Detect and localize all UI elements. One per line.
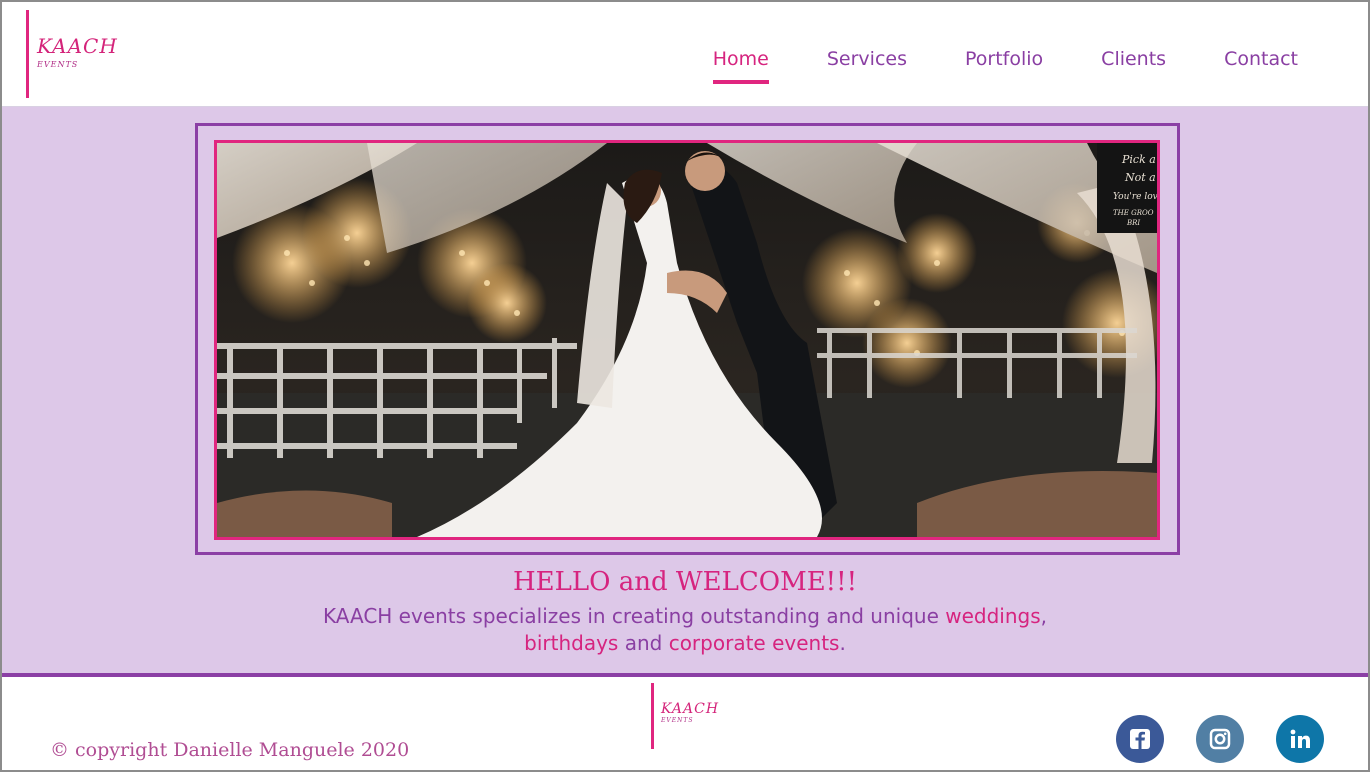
footer-logo-main-text: KAACH <box>661 701 720 717</box>
sign-line-5: BRI <box>1126 219 1140 227</box>
intro-link-weddings[interactable]: weddings <box>945 604 1040 628</box>
hero-frame-outer: Pick a Not a You're lov THE GROO BRI <box>195 123 1180 555</box>
footer-logo-sub-text: EVENTS <box>661 717 694 724</box>
nav-services[interactable]: Services <box>827 48 907 78</box>
nav-home[interactable]: Home <box>712 48 769 84</box>
intro-text-1: KAACH events specializes in creating out… <box>322 604 946 628</box>
sign-line-4: THE GROO <box>1113 209 1154 217</box>
intro-link-corporate-events[interactable]: corporate events <box>669 631 840 655</box>
instagram-icon[interactable] <box>1196 715 1244 763</box>
main-content: Pick a Not a You're lov THE GROO BRI HEL… <box>2 107 1368 673</box>
logo-sub-text: EVENTS <box>37 60 79 69</box>
hero-frame-inner: Pick a Not a You're lov THE GROO BRI <box>214 140 1160 540</box>
facebook-icon[interactable] <box>1116 715 1164 763</box>
site-header: KAACH EVENTS Home Services Portfolio Cli… <box>2 2 1368 107</box>
hero-wedding-image: Pick a Not a You're lov THE GROO BRI <box>217 143 1157 537</box>
nav-clients[interactable]: Clients <box>1101 48 1166 78</box>
sign-line-1: Pick a <box>1121 153 1156 166</box>
copyright-text: © copyright Danielle Manguele 2020 <box>50 739 410 761</box>
intro-text-4: . <box>839 631 846 655</box>
page-frame: KAACH EVENTS Home Services Portfolio Cli… <box>0 0 1370 772</box>
sign-line-3: You're lov <box>1113 192 1157 202</box>
nav-portfolio[interactable]: Portfolio <box>965 48 1043 78</box>
main-nav: Home Services Portfolio Clients Contact <box>712 48 1298 84</box>
intro-link-birthdays[interactable]: birthdays <box>524 631 618 655</box>
social-links <box>1116 715 1324 763</box>
nav-contact[interactable]: Contact <box>1224 48 1298 78</box>
logo-main-text: KAACH <box>37 34 118 58</box>
welcome-heading: HELLO and WELCOME!!! <box>512 567 858 597</box>
footer-logo[interactable]: KAACH EVENTS <box>651 683 719 749</box>
intro-text-2: , <box>1040 604 1048 628</box>
intro-paragraph: KAACH events specializes in creating out… <box>272 603 1098 657</box>
linkedin-icon[interactable] <box>1276 715 1324 763</box>
sign-line-2: Not a <box>1124 171 1156 184</box>
site-logo[interactable]: KAACH EVENTS <box>26 10 118 98</box>
site-footer: KAACH EVENTS © copyright Danielle Mangue… <box>2 673 1368 770</box>
intro-text-3: and <box>618 631 669 655</box>
